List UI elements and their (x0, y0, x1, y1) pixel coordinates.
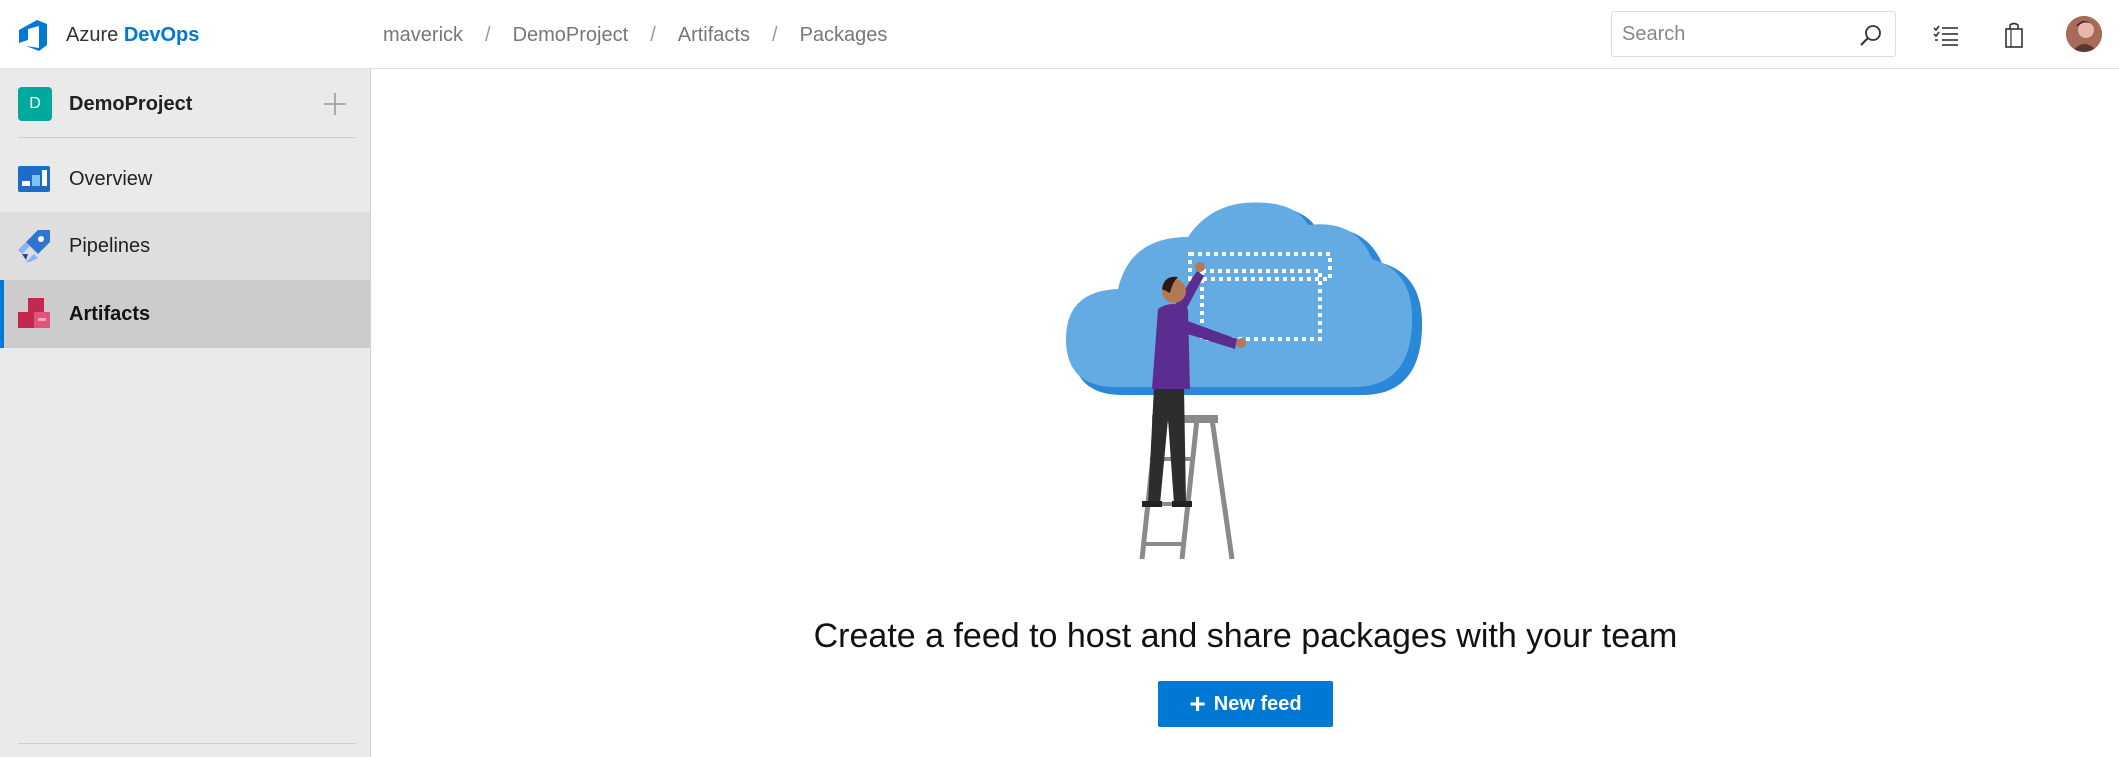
breadcrumb-separator: / (772, 24, 778, 46)
top-bar: Azure DevOps maverick / DemoProject / Ar… (0, 0, 2119, 69)
project-header[interactable]: D DemoProject (0, 69, 370, 137)
plus-icon: + (1189, 688, 1206, 719)
work-items-icon[interactable] (1931, 20, 1961, 50)
search-input[interactable] (1622, 12, 1852, 56)
project-name: DemoProject (69, 93, 193, 115)
breadcrumb-page[interactable]: Packages (800, 22, 888, 48)
empty-state-headline: Create a feed to host and share packages… (813, 617, 1678, 655)
new-feed-label: New feed (1213, 692, 1302, 715)
breadcrumb: maverick / DemoProject / Artifacts / Pac… (383, 22, 887, 48)
pipelines-icon (18, 230, 50, 262)
new-feed-button[interactable]: + New feed (1158, 681, 1333, 727)
breadcrumb-org[interactable]: maverick (383, 22, 463, 48)
sidebar-item-label: Pipelines (69, 235, 151, 257)
sidebar-item-pipelines[interactable]: Pipelines (0, 212, 370, 280)
breadcrumb-separator: / (485, 24, 491, 46)
main-content: Create a feed to host and share packages… (372, 69, 2119, 757)
cloud-ladder-illustration (1066, 202, 1423, 560)
marketplace-bag-icon[interactable] (1999, 20, 2029, 50)
breadcrumb-project[interactable]: DemoProject (513, 22, 629, 48)
breadcrumb-service[interactable]: Artifacts (678, 22, 750, 48)
sidebar-item-label: Artifacts (69, 303, 151, 325)
sidebar-item-artifacts[interactable]: Artifacts (0, 280, 370, 348)
app-root: Azure DevOps maverick / DemoProject / Ar… (0, 0, 2119, 757)
sidebar-item-label: Overview (69, 168, 153, 190)
user-avatar[interactable] (2066, 16, 2102, 52)
breadcrumb-separator: / (650, 24, 656, 46)
project-badge: D (18, 87, 52, 121)
azure-devops-logo-icon[interactable] (16, 18, 50, 52)
sidebar-item-overview[interactable]: Overview (0, 145, 370, 213)
artifacts-icon (18, 298, 50, 328)
search-box (1611, 11, 1896, 57)
brand-accent: DevOps (123, 24, 200, 46)
brand-title[interactable]: Azure DevOps (66, 22, 199, 48)
sidebar-divider (18, 137, 356, 138)
search-icon[interactable] (1859, 23, 1883, 47)
brand-prefix: Azure (66, 24, 119, 46)
overview-icon (18, 166, 50, 192)
add-icon[interactable] (320, 89, 350, 119)
cloud-body (1066, 202, 1413, 387)
sidebar: D DemoProject Overview Pipelines Artifac… (0, 69, 371, 757)
avatar-image (2066, 16, 2102, 52)
sidebar-divider (18, 743, 356, 744)
